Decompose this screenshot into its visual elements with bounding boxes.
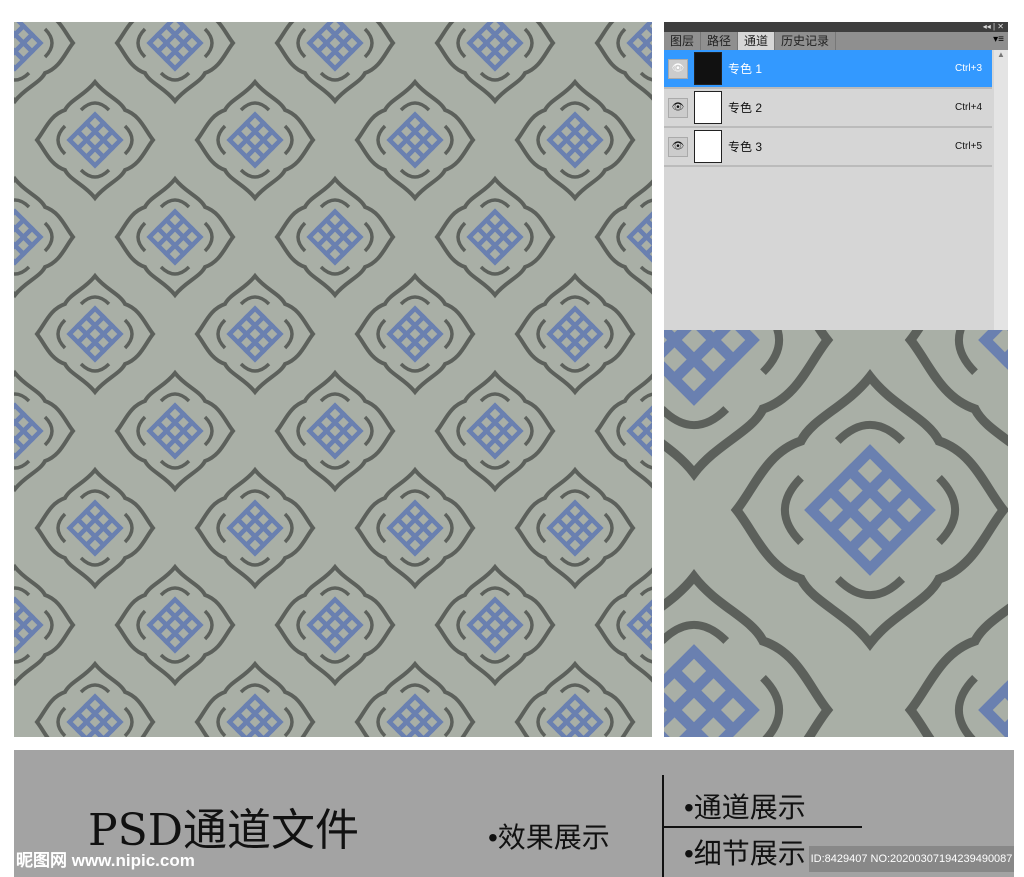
- channel-label: •通道展示: [684, 792, 806, 823]
- effect-label: •效果展示: [488, 822, 610, 853]
- detail-label: •细节展示: [684, 838, 806, 869]
- effect-preview: [14, 22, 652, 737]
- tab-history[interactable]: 历史记录: [775, 32, 837, 50]
- channel-thumbnail: [694, 52, 722, 85]
- tab-layers[interactable]: 图层: [664, 32, 702, 50]
- image-id: ID:8429407 NO:20200307194239490087: [809, 846, 1014, 872]
- eye-icon[interactable]: 👁: [668, 58, 688, 79]
- watermark: 昵图网 www.nipic.com: [16, 851, 195, 870]
- panel-tabs: 图层 路径 通道 历史记录 ▾≡: [664, 32, 1008, 50]
- scrollbar[interactable]: ▲: [994, 50, 1008, 330]
- channel-thumbnail: [694, 130, 722, 163]
- channels-panel: ◂◂ | ✕ 图层 路径 通道 历史记录 ▾≡ 👁 专色 1 Ctrl+3 👁 专…: [664, 22, 1008, 330]
- channel-name: 专色 1: [728, 62, 763, 76]
- panel-menu-icon[interactable]: ▾≡: [993, 34, 1004, 45]
- eye-icon[interactable]: 👁: [668, 97, 688, 118]
- channel-name: 专色 2: [728, 101, 763, 115]
- panel-controls[interactable]: ◂◂ | ✕: [664, 22, 1008, 32]
- footer-banner: PSD通道文件 •效果展示 •通道展示 •细节展示 昵图网 www.nipic.…: [14, 750, 1014, 877]
- tab-paths[interactable]: 路径: [701, 32, 739, 50]
- channel-row[interactable]: 👁 专色 1 Ctrl+3: [664, 50, 992, 89]
- channel-shortcut: Ctrl+5: [955, 141, 982, 152]
- channel-name: 专色 3: [728, 140, 763, 154]
- channel-shortcut: Ctrl+4: [955, 102, 982, 113]
- eye-icon[interactable]: 👁: [668, 136, 688, 157]
- channel-shortcut: Ctrl+3: [955, 63, 982, 74]
- divider: [662, 826, 862, 828]
- tab-channels[interactable]: 通道: [738, 32, 776, 50]
- detail-image: [664, 330, 1008, 737]
- detail-preview: [664, 330, 1008, 737]
- channel-thumbnail: [694, 91, 722, 124]
- pattern-image: [14, 22, 652, 737]
- channel-row[interactable]: 👁 专色 3 Ctrl+5: [664, 128, 992, 167]
- channel-row[interactable]: 👁 专色 2 Ctrl+4: [664, 89, 992, 128]
